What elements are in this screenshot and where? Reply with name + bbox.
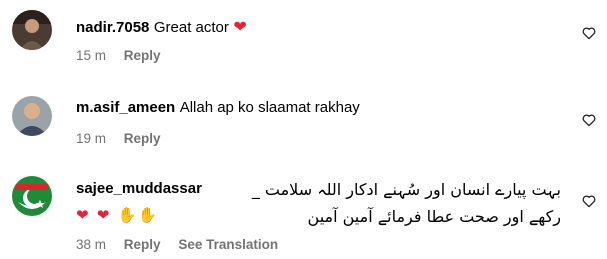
comment-text: Allah ap ko slaamat rakhay [179,99,360,116]
avatar[interactable] [12,10,52,50]
comment-meta: 15 m Reply [76,48,175,63]
username[interactable]: nadir.7058 [76,19,149,36]
timestamp: 19 m [76,131,107,146]
reply-button[interactable]: Reply [124,48,161,63]
heart-outline-icon[interactable] [581,112,597,128]
comment-text-line-2: رکھے اور صحت عطا فرمائے آمین آمین [308,204,561,230]
reply-button[interactable]: Reply [124,237,161,252]
timestamp: 38 m [76,237,107,252]
comment-text: رکھے اور صحت عطا فرمائے آمین آمین [307,207,561,226]
comment-text: Great actor [153,19,229,36]
avatar[interactable] [12,96,52,136]
heart-emoji: ❤ ❤ [76,207,112,224]
timestamp: 15 m [76,48,107,63]
clap-emoji: ✋✋ [117,207,159,224]
avatar[interactable] [12,176,52,216]
comment-line: m.asif_ameen Allah ap ko slaamat rakhay [76,99,360,117]
comment-text-line-1: بہت پیارے انسان اور سُہنے ادکار اللہ سلا… [251,180,561,199]
heart-emoji: ❤ [233,19,247,36]
username[interactable]: m.asif_ameen [76,99,175,116]
username[interactable]: sajee_muddassar [76,180,202,197]
see-translation-button[interactable]: See Translation [178,237,278,252]
comment-line: nadir.7058 Great actor ❤ [76,17,247,37]
heart-outline-icon[interactable] [581,25,597,41]
comment-2: m.asif_ameen Allah ap ko slaamat rakhay … [0,80,607,160]
reply-button[interactable]: Reply [124,131,161,146]
comment-1: nadir.7058 Great actor ❤ 15 m Reply [0,0,607,80]
comment-meta: 38 m Reply See Translation [76,237,292,252]
comment-meta: 19 m Reply [76,131,175,146]
comment-3: sajee_muddassar بہت پیارے انسان اور سُہن… [0,160,607,259]
emoji-row: ❤ ❤ ✋✋ [76,206,159,224]
username-line: sajee_muddassar [76,180,202,198]
heart-outline-icon[interactable] [581,193,597,209]
